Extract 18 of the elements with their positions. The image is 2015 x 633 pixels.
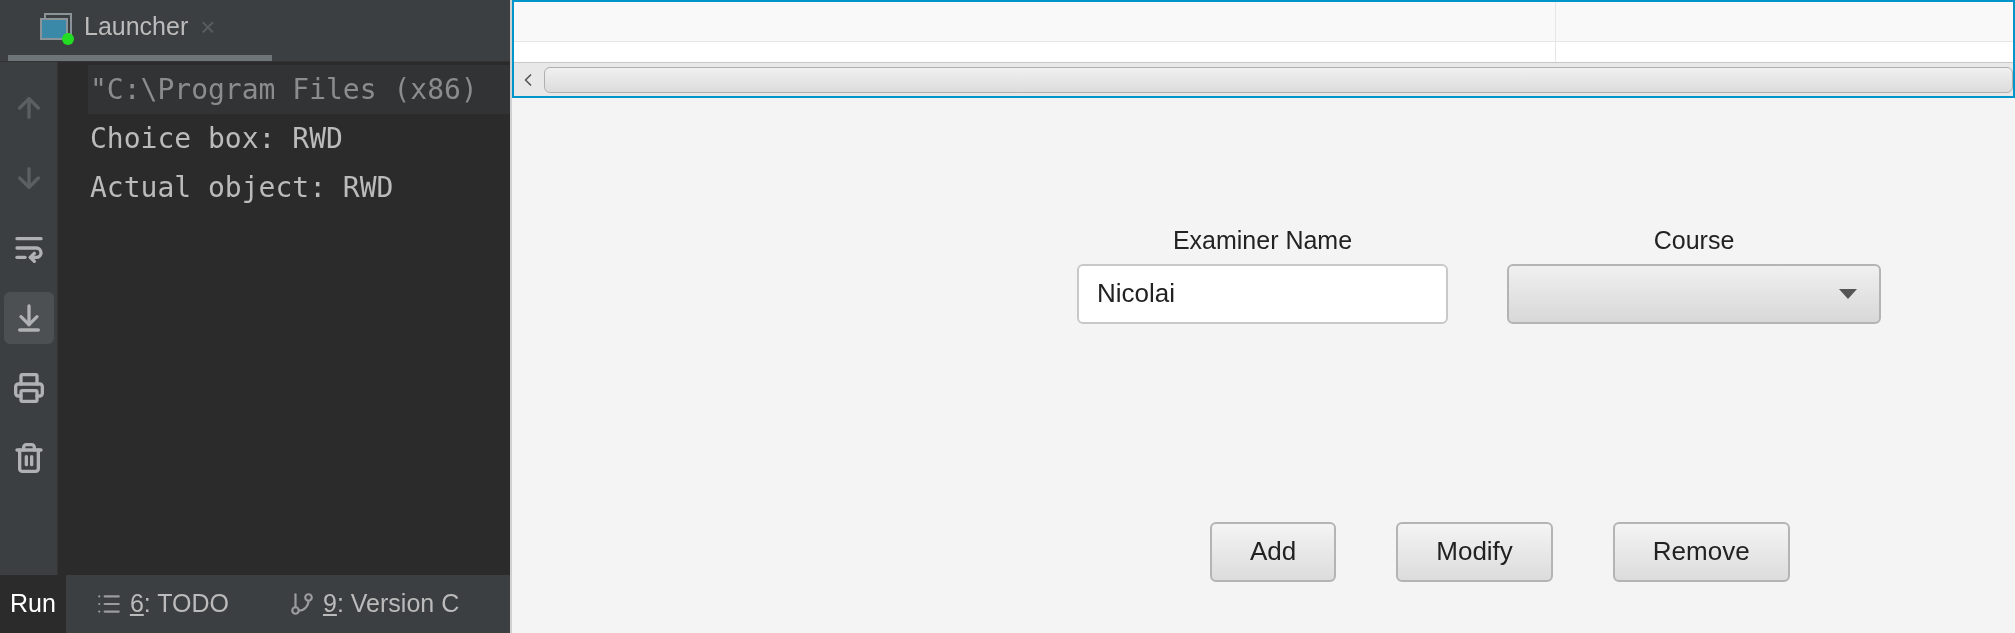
console-line: Actual object: RWD [89,170,395,206]
console-line: Choice box: RWD [89,121,344,157]
action-button[interactable]: Add [1210,521,1337,582]
dropdown-caret-icon [1839,288,1857,299]
tool-window-tab[interactable]: 9: Version C [259,575,490,633]
action-button[interactable]: Modify [1396,521,1553,582]
tool-window-tab[interactable]: Run [0,575,66,633]
examiner-name-field[interactable]: Nicolai [1077,263,1448,324]
action-button[interactable]: Remove [1612,521,1790,582]
field-label: Course [1653,225,1735,256]
field-label: Examiner Name [1172,225,1353,256]
tab-title: Launcher [84,11,189,43]
scroll-end-icon[interactable] [3,292,54,344]
tool-window-tab[interactable]: 6: TODO [65,575,259,633]
scrollbar-thumb[interactable] [544,66,2013,93]
branch-icon [289,591,315,617]
console-command: "C:\Program Files (x86) [88,65,510,114]
horizontal-scrollbar[interactable] [514,62,2013,96]
